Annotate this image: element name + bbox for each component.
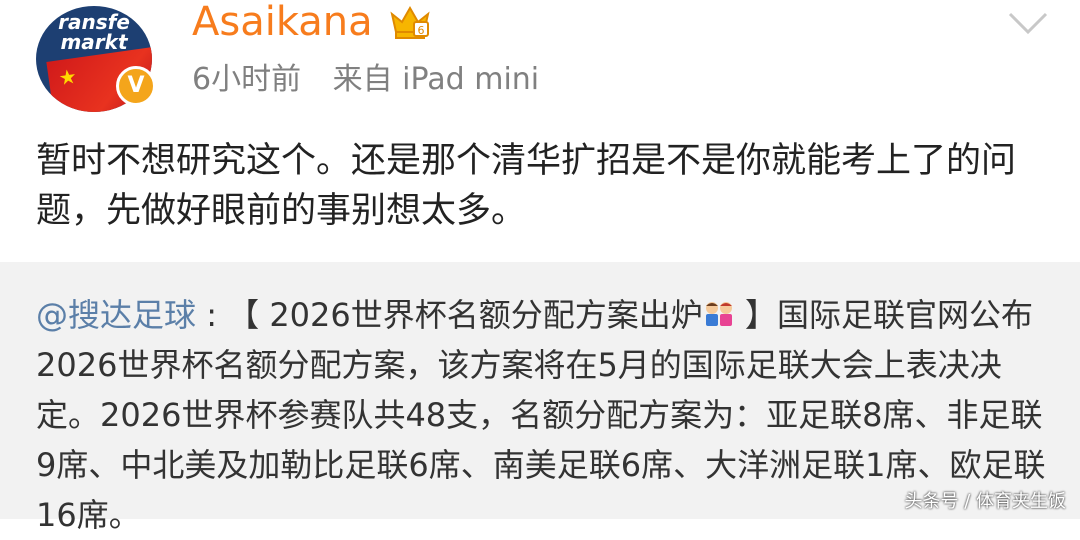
repost-text: @搜达足球 : 【 2026世界杯名额分配方案出炉 】国际足联官网公布2026世… bbox=[36, 290, 1050, 540]
username[interactable]: Asaikana bbox=[192, 0, 373, 44]
post-meta: 6小时前 来自 iPad mini bbox=[192, 62, 539, 98]
star-icon: ★ bbox=[57, 63, 79, 91]
svg-text:6: 6 bbox=[418, 24, 425, 37]
repost-title: 【 2026世界杯名额分配方案出炉 bbox=[227, 296, 703, 334]
kids-emoji-icon bbox=[705, 302, 732, 326]
crown-icon: 6 bbox=[390, 5, 430, 39]
mention-link[interactable]: @搜达足球 bbox=[36, 296, 196, 334]
post-time: 6小时前 bbox=[192, 62, 302, 97]
post-body: 暂时不想研究这个。还是那个清华扩招是不是你就能考上了的问题，先做好眼前的事别想太… bbox=[36, 141, 1017, 231]
post-header: ransfe markt ★ V Asaikana 6 6小时前 来自 iPad… bbox=[0, 0, 1080, 130]
repost-title-close: 】 bbox=[734, 296, 777, 334]
watermark: 头条号 / 体育夹生饭 bbox=[904, 491, 1066, 512]
repost-card[interactable]: @搜达足球 : 【 2026世界杯名额分配方案出炉 】国际足联官网公布2026世… bbox=[0, 262, 1080, 534]
post-source: 来自 iPad mini bbox=[332, 62, 540, 97]
verified-badge: V bbox=[116, 66, 156, 106]
avatar-logo-line1: ransfe bbox=[58, 10, 130, 34]
chevron-down-icon[interactable] bbox=[1006, 8, 1050, 38]
repost-separator: : bbox=[196, 296, 228, 334]
